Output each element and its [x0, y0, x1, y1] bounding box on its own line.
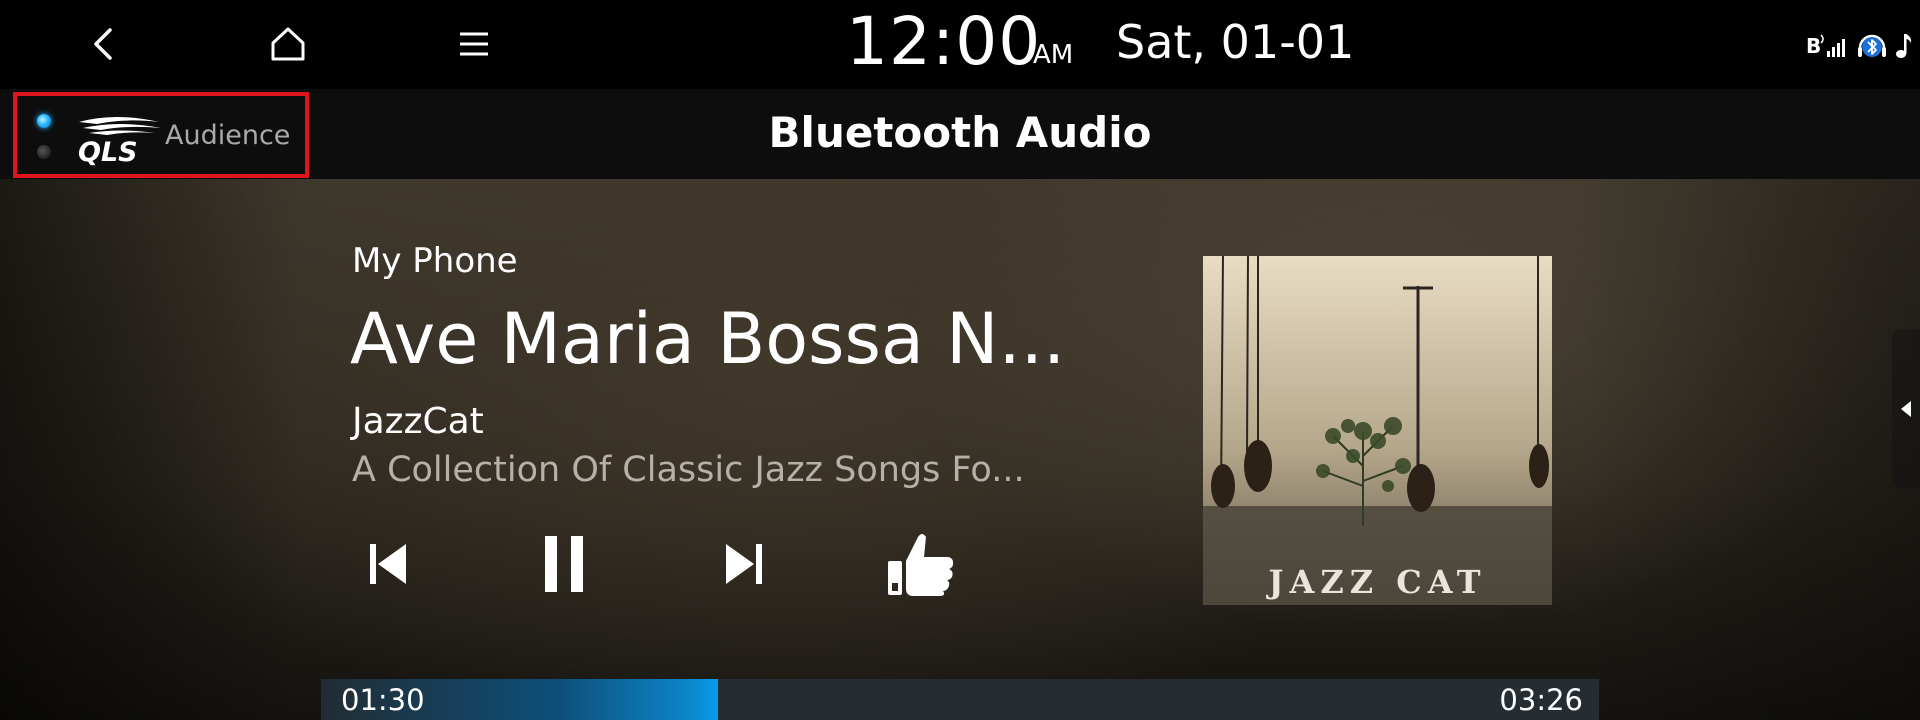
song-title: Ave Maria Bossa N...: [350, 298, 1066, 380]
total-time: 03:26: [1499, 683, 1583, 717]
next-track-button[interactable]: [704, 519, 784, 609]
pause-icon: [545, 536, 583, 592]
page-title: Bluetooth Audio: [768, 108, 1152, 157]
am-pm-indicator: AM: [1033, 40, 1074, 70]
back-icon: [94, 28, 112, 60]
music-note-icon: [1894, 31, 1914, 61]
album-art-text: JAZZ CAT: [1268, 563, 1487, 601]
svg-text:B: B: [1806, 34, 1821, 58]
back-button[interactable]: [75, 18, 131, 70]
system-icons: B: [1806, 28, 1914, 64]
chevron-left-icon: [1901, 401, 1911, 417]
menu-icon: [460, 32, 488, 56]
bluetooth-headset-icon: [1856, 30, 1888, 62]
menu-button[interactable]: [446, 18, 502, 70]
date[interactable]: Sat, 01-01: [1116, 12, 1354, 72]
previous-track-button[interactable]: [348, 519, 428, 609]
status-bar: 12:00 AM Sat, 01-01 B: [0, 0, 1920, 89]
pause-button[interactable]: [524, 519, 604, 609]
thumbs-up-icon: [888, 534, 954, 596]
album-art-image: [1203, 256, 1552, 605]
artist-name: JazzCat: [352, 401, 484, 442]
previous-track-icon: [370, 544, 406, 584]
source-device: My Phone: [352, 241, 518, 281]
like-button[interactable]: [876, 519, 966, 609]
next-track-icon: [726, 544, 762, 584]
album-name: A Collection Of Classic Jazz Songs Fo...: [352, 450, 1025, 490]
now-playing-panel: My Phone Ave Maria Bossa N... JazzCat A …: [0, 179, 1920, 720]
home-button[interactable]: [260, 18, 316, 70]
home-icon: [271, 27, 305, 61]
album-art: JAZZ CAT: [1203, 256, 1552, 605]
title-bar: QLS Audience Bluetooth Audio: [0, 89, 1920, 179]
progress-bar[interactable]: 01:30 03:26: [321, 679, 1599, 720]
bluetooth-signal-icon: B: [1806, 31, 1850, 61]
side-panel-toggle[interactable]: [1892, 329, 1920, 489]
clock[interactable]: 12:00: [846, 2, 1041, 82]
elapsed-time: 01:30: [341, 683, 425, 717]
